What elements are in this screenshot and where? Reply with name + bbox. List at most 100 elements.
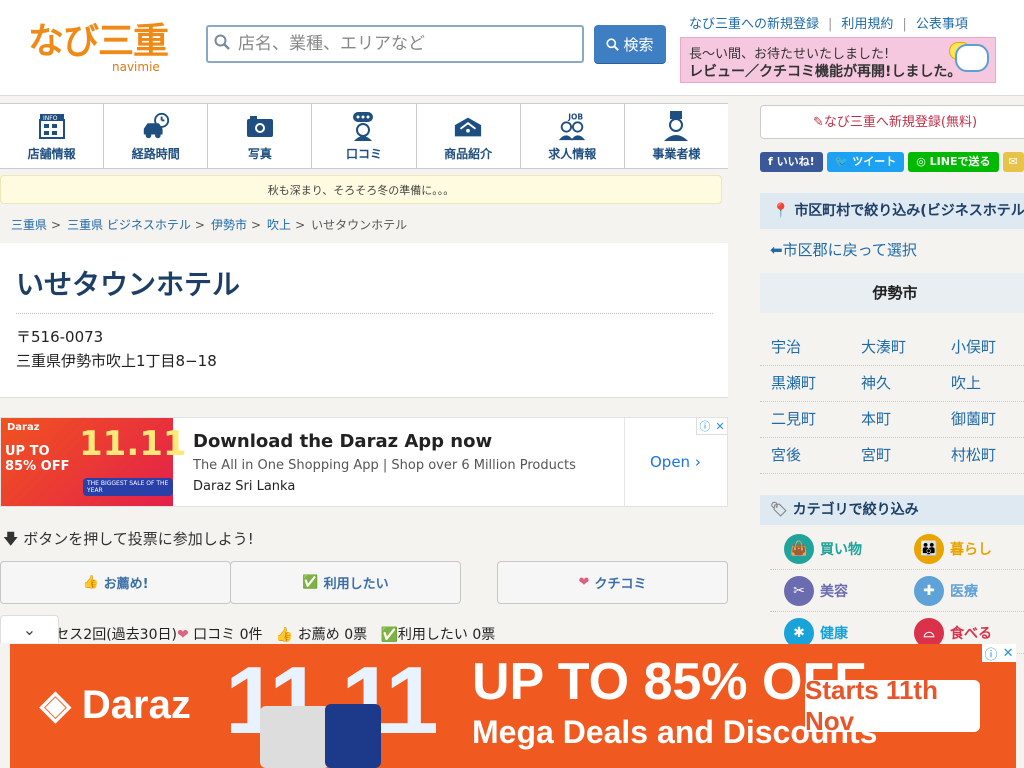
- breadcrumb-item[interactable]: 三重県 ビジネスホテル: [67, 218, 191, 232]
- nav-reviews[interactable]: 口コミ: [312, 104, 417, 168]
- link-separator: |: [902, 17, 907, 32]
- email-share-button[interactable]: ✉: [1002, 152, 1024, 172]
- ad-choices[interactable]: ⓘ ✕: [982, 644, 1016, 663]
- terms-link[interactable]: 利用規約: [841, 17, 893, 32]
- area-link[interactable]: 黒瀬町: [760, 366, 850, 401]
- recommend-button[interactable]: 👍 お薦め!: [0, 561, 231, 604]
- line-share-button[interactable]: ◎ LINEで送る: [908, 152, 999, 172]
- category-list: 👜 買い物 👪 暮らし ✂ 美容 ✚ 医療 ✱ 健康 ⌓ 食べる: [770, 528, 1024, 654]
- disclosure-link[interactable]: 公表事項: [916, 17, 968, 32]
- twitter-icon: 🐦: [834, 155, 849, 168]
- ad-brand: Daraz: [7, 422, 40, 433]
- breadcrumb-item[interactable]: 伊勢市: [211, 218, 247, 232]
- close-icon[interactable]: ✕: [1003, 646, 1014, 661]
- area-link[interactable]: 吹上: [940, 366, 1024, 401]
- ad-banner-bottom[interactable]: ◈ Daraz 11.11 UP TO 85% OFF Mega Deals a…: [10, 644, 1016, 768]
- nav-photos[interactable]: 写真: [208, 104, 313, 168]
- info-icon[interactable]: ⓘ: [985, 644, 998, 663]
- breadcrumb-sep: >: [250, 218, 262, 232]
- register-link[interactable]: なび三重への新規登録: [689, 17, 819, 32]
- search-button[interactable]: 検索: [594, 25, 666, 63]
- shop-zip: 〒516-0073: [16, 328, 104, 346]
- shop-card: いせタウンホテル 〒516-0073 三重県伊勢市吹上1丁目8−18: [0, 243, 728, 398]
- job-icon: JOB: [557, 111, 587, 141]
- nav-label: 求人情報: [548, 147, 597, 161]
- area-link[interactable]: 御薗町: [940, 402, 1024, 437]
- camera-icon: [245, 111, 275, 141]
- category-shopping[interactable]: 👜 買い物: [770, 528, 900, 569]
- medical-icon: ✚: [914, 575, 944, 606]
- notice-line1: 長〜い間、お待たせいたしました!: [689, 47, 890, 62]
- edit-icon: ✎: [812, 115, 824, 130]
- info-icon[interactable]: ⓘ: [699, 418, 710, 434]
- vote-bar: 👍 お薦め! ✅ 利用したい ❤ クチコミ: [0, 561, 728, 604]
- breadcrumb-item[interactable]: 三重県: [11, 218, 47, 232]
- thumbs-up-icon: 👍: [82, 575, 99, 590]
- area-link[interactable]: 宮町: [850, 438, 940, 473]
- shop-address: 三重県伊勢市吹上1丁目8−18: [16, 352, 217, 370]
- category-living[interactable]: 👪 暮らし: [900, 528, 1024, 569]
- sidebar-register-button[interactable]: ✎なび三重へ新規登録(無料): [760, 105, 1024, 139]
- nav-products[interactable]: 商品紹介: [417, 104, 521, 168]
- nav-label: 商品紹介: [444, 147, 493, 161]
- category-medical[interactable]: ✚ 医療: [900, 570, 1024, 611]
- collapse-ad-button[interactable]: ⌄: [0, 615, 59, 643]
- area-link[interactable]: 村松町: [940, 438, 1024, 473]
- mail-icon: ✉: [1008, 155, 1018, 168]
- search-icon: [606, 37, 620, 51]
- breadcrumb-item[interactable]: 吹上: [267, 218, 291, 232]
- breadcrumb-sep: >: [51, 218, 62, 232]
- breadcrumb-sep: >: [295, 218, 306, 232]
- ad-cta-button[interactable]: Starts 11th Nov: [805, 675, 980, 736]
- category-beauty[interactable]: ✂ 美容: [770, 570, 900, 611]
- back-to-district-link[interactable]: ⬅市区郡に戻って選択: [770, 239, 917, 260]
- ad-image: Daraz UP TO 85% OFF 11.11 THE BIGGEST SAL…: [1, 418, 187, 506]
- page-title: いせタウンホテル: [16, 268, 241, 301]
- ad-title: Download the Daraz App now: [193, 431, 493, 452]
- heart-icon: ❤: [176, 627, 189, 643]
- facebook-like-button[interactable]: f いいね!: [760, 152, 823, 172]
- nav-shop-info[interactable]: INFO 店舗情報: [0, 104, 105, 168]
- ad-banner-top[interactable]: Daraz UP TO 85% OFF 11.11 THE BIGGEST SAL…: [0, 417, 728, 507]
- site-logo[interactable]: なび三重 navimie: [28, 22, 178, 78]
- search-box: [206, 25, 584, 63]
- nav-label: 店舗情報: [27, 147, 76, 161]
- area-link[interactable]: 宇治: [760, 330, 850, 365]
- product-image: [260, 706, 330, 768]
- site-header: なび三重 navimie 検索 なび三重への新規登録 | 利用規約 | 公表事項 長〜い…: [0, 0, 1024, 96]
- nav-label: 口コミ: [345, 147, 382, 161]
- ad-source: Daraz Sri Lanka: [193, 479, 296, 494]
- ad-sale-tag: THE BIGGEST SALE OF THE YEAR: [83, 478, 173, 496]
- link-separator: |: [828, 17, 833, 32]
- nav-route-time[interactable]: 経路時間: [104, 104, 209, 168]
- chevron-right-icon: ›: [694, 453, 701, 471]
- want-to-use-button[interactable]: ✅ 利用したい: [230, 561, 461, 604]
- write-review-button[interactable]: ❤ クチコミ: [497, 561, 728, 604]
- heart-icon: ❤: [578, 575, 590, 590]
- area-link[interactable]: 神久: [850, 366, 940, 401]
- review-notice-banner[interactable]: 長〜い間、お待たせいたしました! レビュー／クチコミ機能が再開!しました。: [680, 37, 996, 83]
- divider: [16, 313, 713, 314]
- nav-business[interactable]: 事業者様: [625, 104, 728, 168]
- area-link[interactable]: 小俣町: [940, 330, 1024, 365]
- area-link[interactable]: 二見町: [760, 402, 850, 437]
- nav-jobs[interactable]: JOB 求人情報: [521, 104, 625, 168]
- share-buttons: f いいね! 🐦 ツイート ◎ LINEで送る ✉: [760, 152, 1024, 172]
- search-input[interactable]: [236, 33, 570, 55]
- beauty-icon: ✂: [784, 575, 814, 606]
- search-button-label: 検索: [623, 35, 654, 54]
- thumbs-up-icon: 👍: [275, 627, 294, 643]
- ad-up-to: UP TO 85% OFF: [5, 444, 70, 474]
- area-filter-heading: 📍 市区町村で絞り込み(ビジネスホテル): [760, 193, 1024, 229]
- search-icon: [208, 34, 236, 55]
- chevron-down-icon: ⌄: [22, 620, 37, 639]
- tweet-button[interactable]: 🐦 ツイート: [826, 152, 905, 172]
- header-links: なび三重への新規登録 | 利用規約 | 公表事項: [689, 13, 968, 32]
- area-link[interactable]: 本町: [850, 402, 940, 437]
- area-link[interactable]: 大湊町: [850, 330, 940, 365]
- area-link[interactable]: 宮後: [760, 438, 850, 473]
- close-icon[interactable]: ✕: [715, 420, 724, 433]
- facebook-icon: f: [768, 155, 773, 168]
- ad-choices[interactable]: ⓘ ✕: [696, 418, 727, 435]
- ad-open-button[interactable]: Open ›: [650, 453, 701, 471]
